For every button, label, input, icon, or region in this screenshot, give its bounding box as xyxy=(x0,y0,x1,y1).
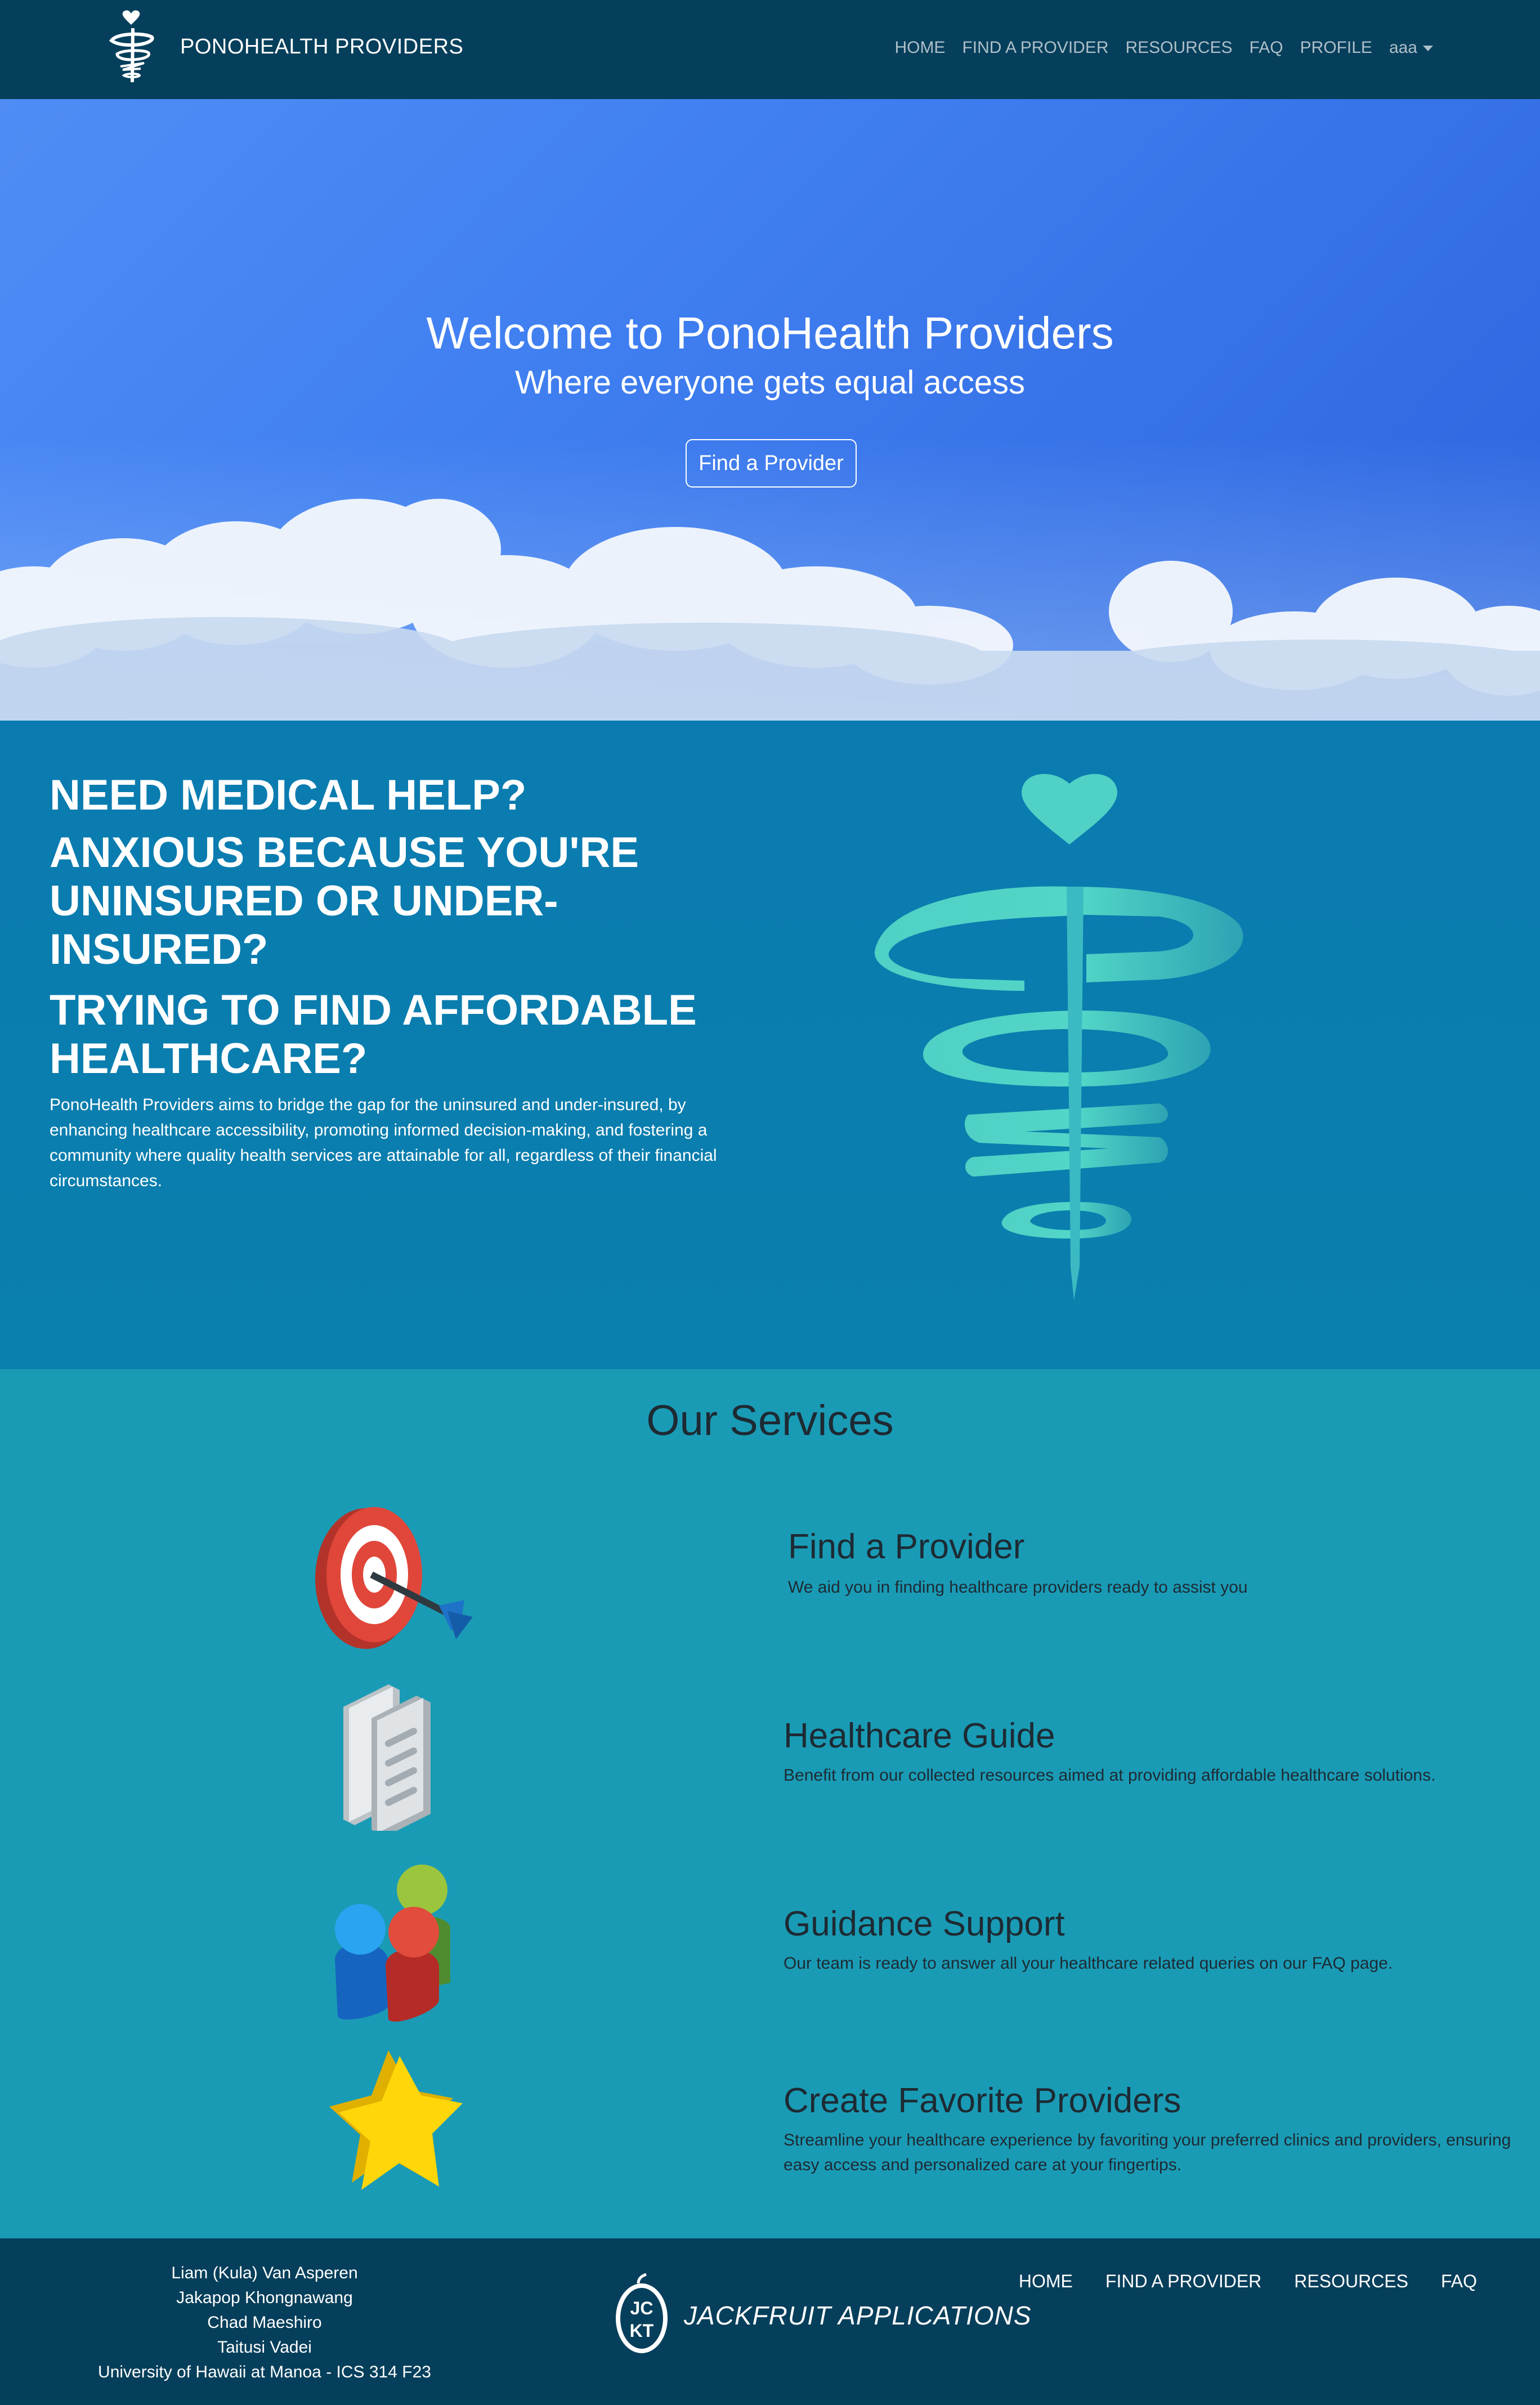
team-member-name: Jakapop Khongnawang xyxy=(176,2288,353,2307)
footer: Liam (Kula) Van Asperen Jakapop Khongnaw… xyxy=(0,2238,1540,2405)
find-provider-button[interactable]: Find a Provider xyxy=(686,439,857,488)
hero-banner: Welcome to PonoHealth Providers Where ev… xyxy=(0,99,1540,721)
heading-need-medical-help: NEED MEDICAL HELP? xyxy=(50,771,527,819)
team-member-name: Taitusi Vadei xyxy=(217,2338,312,2357)
jackfruit-brand: JACKFRUIT APPLICATIONS xyxy=(684,2301,1032,2330)
footer-link-home[interactable]: HOME xyxy=(1019,2271,1073,2292)
heading-uninsured: ANXIOUS BECAUSE YOU'RE UNINSURED OR UNDE… xyxy=(50,829,639,973)
nav-find-provider[interactable]: FIND A PROVIDER xyxy=(962,38,1108,57)
svg-text:JC: JC xyxy=(630,2298,653,2318)
medical-help-section: NEED MEDICAL HELP? ANXIOUS BECAUSE YOU'R… xyxy=(0,721,1540,1369)
team-member-name: Chad Maeshiro xyxy=(207,2313,322,2332)
hero-title: Welcome to PonoHealth Providers xyxy=(426,308,1114,358)
footer-link-find-provider[interactable]: FIND A PROVIDER xyxy=(1105,2271,1261,2292)
team-credits: Liam (Kula) Van Asperen Jakapop Khongnaw… xyxy=(90,2261,439,2385)
footer-link-resources[interactable]: RESOURCES xyxy=(1294,2271,1408,2292)
heading-affordable: TRYING TO FIND AFFORDABLE HEALTHCARE? xyxy=(50,986,697,1083)
nav-faq[interactable]: FAQ xyxy=(1250,38,1283,57)
clouds-image xyxy=(0,499,1540,721)
svg-text:KT: KT xyxy=(630,2321,654,2341)
nav-home[interactable]: HOME xyxy=(894,38,945,57)
navbar: PONOHEALTH PROVIDERS HOME FIND A PROVIDE… xyxy=(0,0,1540,99)
document-icon xyxy=(343,1684,431,1831)
team-member-name: Liam (Kula) Van Asperen xyxy=(171,2264,358,2282)
service-desc-healthcare-guide: Benefit from our collected resources aim… xyxy=(784,1766,1436,1785)
footer-links: HOME FIND A PROVIDER RESOURCES FAQ xyxy=(1019,2271,1477,2292)
caduceus-logo-icon xyxy=(874,774,1243,1300)
service-title-guidance-support: Guidance Support xyxy=(784,1905,1065,1943)
caduceus-logo-icon[interactable] xyxy=(100,8,162,84)
course-info: University of Hawaii at Manoa - ICS 314 … xyxy=(98,2363,431,2381)
service-title-favorite-providers: Create Favorite Providers xyxy=(784,2081,1181,2120)
user-menu-dropdown[interactable]: aaa xyxy=(1389,38,1433,57)
hero-subtitle: Where everyone gets equal access xyxy=(515,364,1025,401)
nav-profile[interactable]: PROFILE xyxy=(1300,38,1372,57)
star-icon xyxy=(329,2050,463,2190)
service-title-healthcare-guide: Healthcare Guide xyxy=(784,1716,1055,1755)
jackfruit-logo-icon: JC KT xyxy=(616,2273,668,2353)
service-desc-guidance-support: Our team is ready to answer all your hea… xyxy=(784,1954,1393,1973)
nav-links: HOME FIND A PROVIDER RESOURCES FAQ PROFI… xyxy=(894,38,1433,57)
target-icon xyxy=(315,1507,473,1649)
people-icon xyxy=(335,1865,450,2022)
nav-resources[interactable]: RESOURCES xyxy=(1126,38,1233,57)
service-desc-find-provider: We aid you in finding healthcare provide… xyxy=(788,1578,1248,1597)
mission-description: PonoHealth Providers aims to bridge the … xyxy=(50,1096,717,1190)
brand-title[interactable]: PONOHEALTH PROVIDERS xyxy=(180,35,463,59)
services-section: Our Services Find a Provider We aid you … xyxy=(0,1369,1540,2238)
service-desc-favorite-providers: Streamline your healthcare experience by… xyxy=(784,2131,1511,2174)
service-title-find-provider: Find a Provider xyxy=(788,1527,1025,1566)
services-title: Our Services xyxy=(646,1397,894,1445)
footer-link-faq[interactable]: FAQ xyxy=(1441,2271,1477,2292)
